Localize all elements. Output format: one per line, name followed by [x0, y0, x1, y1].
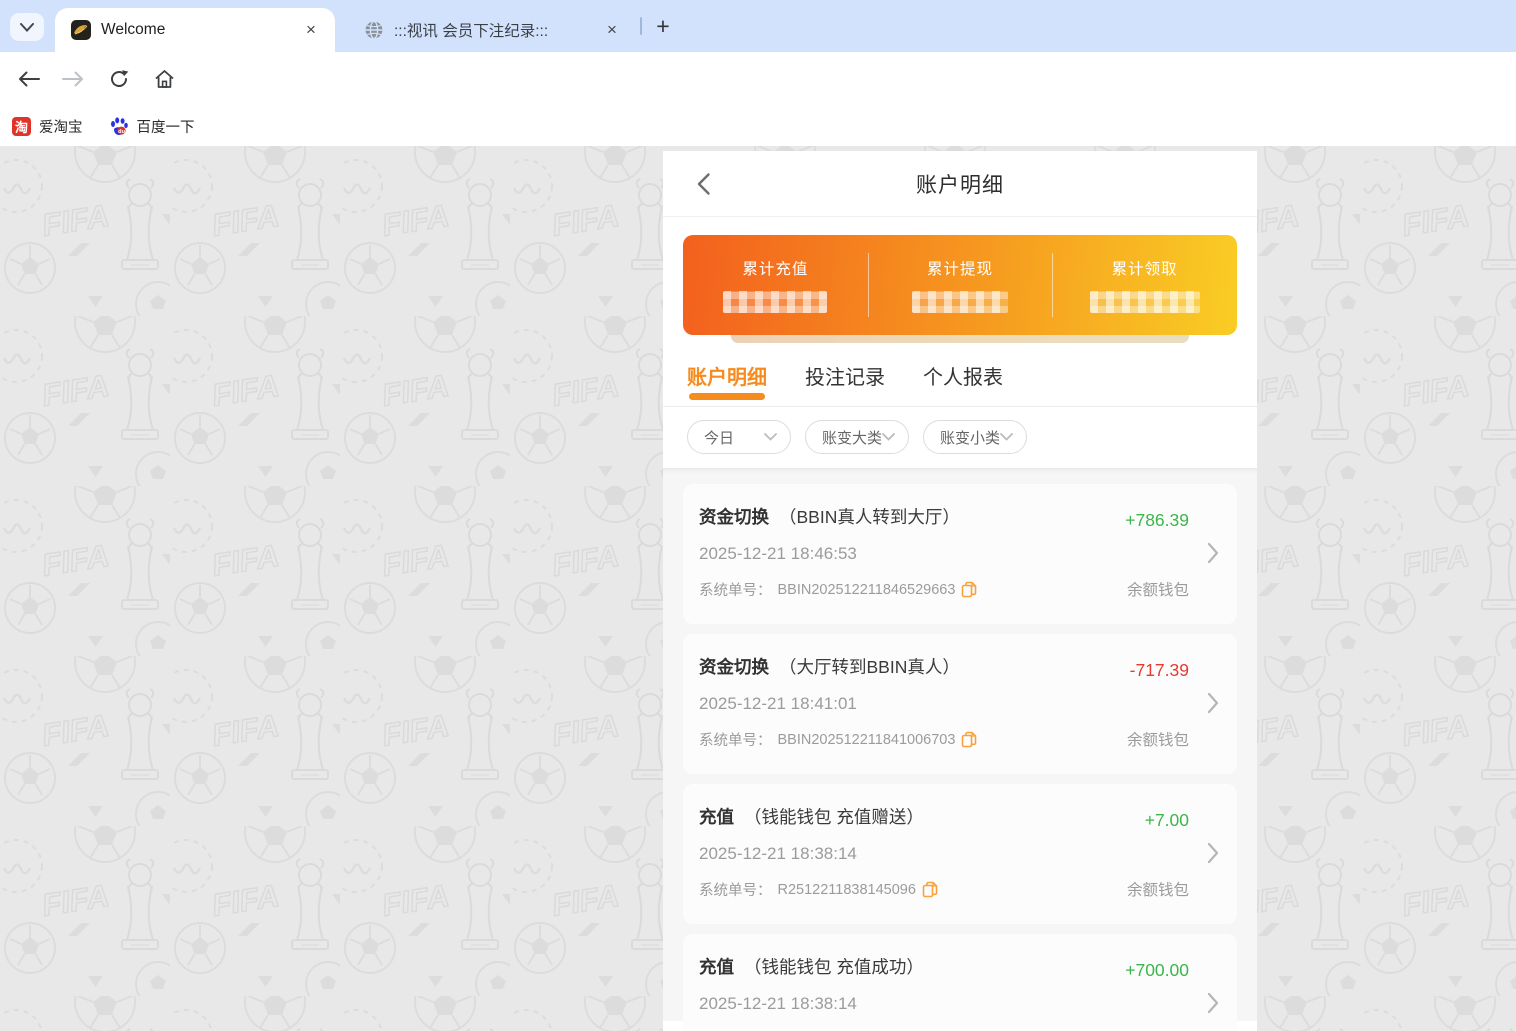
masked-value [1089, 291, 1200, 313]
chevron-down-icon [764, 433, 777, 441]
filter-row: 今日 账变大类 账变小类 [663, 407, 1257, 468]
transaction-time: 2025-12-21 18:41:01 [699, 694, 857, 713]
tab-title: Welcome [101, 21, 166, 38]
summary-label: 累计提现 [927, 261, 994, 278]
chevron-right-icon[interactable] [1207, 842, 1219, 864]
page-background: FIFA [0, 146, 1516, 1031]
order-prefix: 系统单号： [699, 883, 772, 899]
browser-tab-strip: Welcome × :::视讯 会员下注纪录::: × + [0, 0, 1516, 52]
copy-icon[interactable] [961, 581, 977, 598]
tab-account-detail[interactable]: 账户明细 [687, 361, 767, 404]
chevron-down-icon [882, 433, 895, 441]
tab-personal-report[interactable]: 个人报表 [923, 361, 1003, 404]
tab-divider [640, 17, 642, 35]
summary-card-shadow-strip [731, 335, 1189, 343]
filter-category-dropdown[interactable]: 账变大类 [805, 420, 910, 454]
globe-icon [365, 20, 383, 40]
transaction-type: 充值 [699, 957, 734, 977]
summary-card: 累计充值 累计提现 累计领取 [683, 235, 1237, 335]
transaction-row[interactable]: 充值 （钱能钱包 充值赠送） 2025-12-21 18:38:14 系统单号：… [683, 784, 1237, 924]
transaction-type: 资金切换 [699, 507, 769, 527]
account-detail-panel: 账户明细 累计充值 累计提现 累计领取 账户明细 投注记录 个人报表 今日 账变… [663, 151, 1257, 1031]
baidu-paw-icon: du [110, 117, 128, 135]
tab-search-button[interactable] [10, 13, 44, 41]
transaction-detail: （钱能钱包 充值赠送） [744, 807, 924, 827]
taobao-icon: 淘 [12, 116, 31, 136]
chevron-right-icon[interactable] [1207, 992, 1219, 1014]
new-tab-button[interactable]: + [648, 11, 678, 41]
summary-label: 累计领取 [1111, 261, 1178, 278]
home-icon [154, 70, 174, 88]
transaction-amount: -717.39 [1129, 660, 1189, 680]
tab-close-button[interactable]: × [299, 18, 323, 42]
filter-date-dropdown[interactable]: 今日 [687, 420, 791, 454]
panel-header: 账户明细 [663, 151, 1257, 217]
filter-label: 账变小类 [940, 429, 1001, 447]
transaction-row[interactable]: 资金切换 （BBIN真人转到大厅） 2025-12-21 18:46:53 系统… [683, 484, 1237, 624]
order-number: BBIN202512211846529663 [777, 581, 956, 598]
wallet-label: 余额钱包 [1126, 882, 1189, 899]
transaction-detail: （钱能钱包 充值成功） [744, 957, 924, 977]
page-title: 账户明细 [916, 174, 1004, 197]
tab-title: :::视讯 会员下注纪录::: [394, 23, 549, 40]
summary-total-withdraw: 累计提现 [867, 235, 1053, 335]
bookmark-baidu[interactable]: du 百度一下 [109, 116, 195, 137]
order-prefix: 系统单号： [699, 583, 772, 599]
filter-subcategory-dropdown[interactable]: 账变小类 [923, 420, 1028, 454]
browser-tab-betting-record[interactable]: :::视讯 会员下注纪录::: × [348, 8, 636, 52]
chevron-down-icon [1000, 433, 1013, 441]
summary-total-deposit: 累计充值 [683, 235, 868, 335]
tab-close-button[interactable]: × [600, 18, 624, 42]
order-prefix: 系统单号： [699, 733, 772, 749]
filter-label: 账变大类 [822, 429, 883, 447]
reload-icon [111, 70, 129, 87]
chevron-right-icon[interactable] [1207, 542, 1219, 564]
browser-tab-welcome[interactable]: Welcome × [55, 8, 335, 52]
chevron-down-icon [20, 22, 34, 32]
site-favicon-icon [71, 20, 91, 40]
transaction-detail: （BBIN真人转到大厅） [779, 507, 960, 527]
transaction-time: 2025-12-21 18:38:14 [699, 844, 857, 863]
transaction-detail: （大厅转到BBIN真人） [779, 657, 960, 677]
transaction-time: 2025-12-21 18:38:14 [699, 994, 857, 1013]
back-button[interactable] [14, 64, 44, 94]
transaction-amount: +786.39 [1125, 510, 1189, 530]
summary-total-claimed: 累计领取 [1052, 235, 1237, 335]
transaction-type: 资金切换 [699, 657, 769, 677]
browser-toolbar: 175616.cc/reports/index?tab=0 [0, 52, 1516, 149]
bookmark-aitaobao[interactable]: 淘 爱淘宝 [12, 116, 83, 137]
order-number: BBIN202512211841006703 [777, 731, 956, 748]
wallet-label: 余额钱包 [1126, 582, 1189, 599]
forward-button[interactable] [58, 64, 88, 94]
transaction-list: 资金切换 （BBIN真人转到大厅） 2025-12-21 18:46:53 系统… [663, 468, 1257, 1031]
home-button[interactable] [149, 64, 179, 94]
transaction-amount: +7.00 [1144, 810, 1189, 830]
summary-label: 累计充值 [742, 261, 809, 278]
bookmark-label: 百度一下 [136, 119, 195, 136]
chevron-right-icon[interactable] [1207, 692, 1219, 714]
transaction-type: 充值 [699, 807, 734, 827]
transaction-row[interactable]: 充值 （钱能钱包 充值成功） 2025-12-21 18:38:14 系统单号：… [683, 934, 1237, 1031]
filter-label: 今日 [704, 429, 735, 447]
tab-bet-record[interactable]: 投注记录 [805, 361, 885, 404]
wallet-label: 余额钱包 [1126, 732, 1189, 749]
summary-section: 累计充值 累计提现 累计领取 [663, 217, 1257, 343]
svg-text:du: du [118, 129, 125, 135]
forward-arrow-icon [62, 71, 83, 87]
reload-button[interactable] [104, 64, 134, 94]
copy-icon[interactable] [961, 731, 977, 748]
bookmarks-bar: 淘 爱淘宝 du 百度一下 [0, 106, 1516, 146]
transaction-row[interactable]: 资金切换 （大厅转到BBIN真人） 2025-12-21 18:41:01 系统… [683, 634, 1237, 774]
copy-icon[interactable] [922, 881, 938, 898]
back-arrow-icon [19, 71, 40, 87]
transaction-amount: +700.00 [1125, 960, 1189, 980]
order-number: R2512211838145096 [777, 881, 916, 898]
transaction-time: 2025-12-21 18:46:53 [699, 544, 857, 563]
report-tabs: 账户明细 投注记录 个人报表 [663, 361, 1257, 407]
masked-value [912, 291, 1008, 313]
masked-value [723, 291, 828, 313]
bookmark-label: 爱淘宝 [39, 119, 83, 136]
